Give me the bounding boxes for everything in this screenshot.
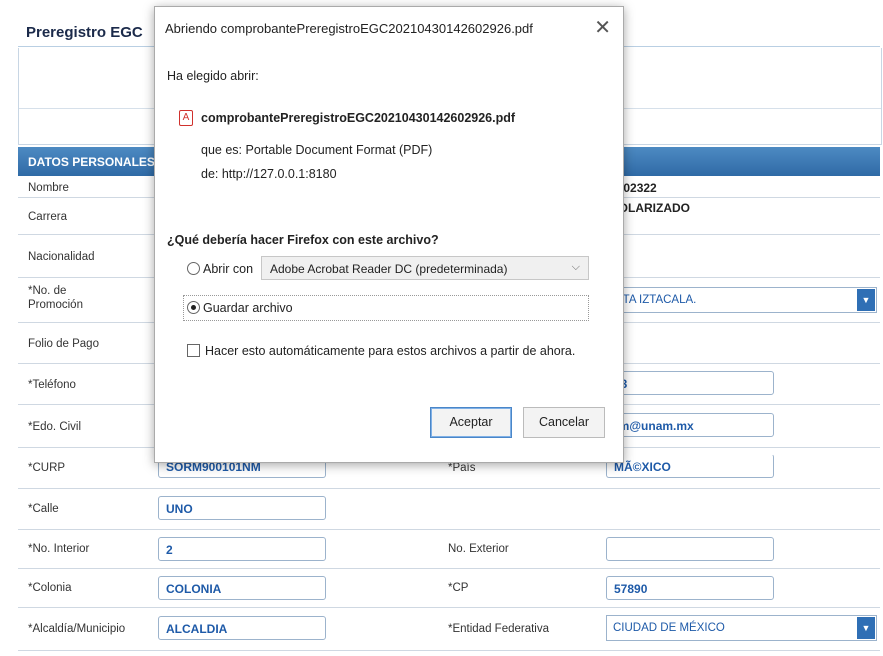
dialog-title: Abriendo comprobantePreregistroEGC202104… bbox=[165, 21, 533, 36]
calle-input[interactable]: UNO bbox=[158, 496, 326, 520]
label-nacionalidad: Nacionalidad bbox=[28, 251, 95, 263]
chosen-label: Ha elegido abrir: bbox=[167, 69, 259, 83]
colonia-input[interactable]: COLONIA bbox=[158, 576, 326, 600]
label-telefono: *Teléfono bbox=[28, 379, 76, 391]
chevron-down-icon: ⌵ bbox=[571, 261, 580, 273]
application-select[interactable]: Adobe Acrobat Reader DC (predeterminada)… bbox=[261, 256, 589, 280]
section-title: DATOS PERSONALES bbox=[28, 155, 155, 169]
entidad-select[interactable]: CIUDAD DE MÉXICO ▼ bbox=[606, 615, 877, 641]
label-calle: *Calle bbox=[28, 503, 59, 515]
row-calle: *Calle UNO bbox=[18, 489, 880, 530]
dropdown-arrow-icon[interactable]: ▼ bbox=[857, 617, 875, 639]
promocion-select[interactable]: ACETA IZTACALA. ▼ bbox=[592, 287, 877, 313]
save-file-label[interactable]: Guardar archivo bbox=[203, 301, 293, 315]
download-dialog: Abriendo comprobantePreregistroEGC202104… bbox=[154, 6, 624, 463]
label-pais: *País bbox=[448, 462, 476, 474]
row-colonia: *Colonia COLONIA *CP 57890 bbox=[18, 569, 880, 608]
label-no-interior: *No. Interior bbox=[28, 543, 90, 555]
question-heading: ¿Qué debería hacer Firefox con este arch… bbox=[167, 233, 439, 247]
label-folio: Folio de Pago bbox=[28, 338, 99, 350]
label-carrera: Carrera bbox=[28, 211, 67, 223]
label-edo-civil: *Edo. Civil bbox=[28, 421, 82, 433]
entidad-select-value: CIUDAD DE MÉXICO bbox=[613, 622, 725, 634]
open-with-label[interactable]: Abrir con bbox=[203, 262, 253, 276]
alcaldia-input[interactable]: ALCALDIA bbox=[158, 616, 326, 640]
auto-action-checkbox[interactable] bbox=[187, 344, 200, 357]
application-select-value: Adobe Acrobat Reader DC (predeterminada) bbox=[270, 262, 508, 276]
row-interior: *No. Interior 2 No. Exterior bbox=[18, 530, 880, 569]
label-cp: *CP bbox=[448, 582, 469, 594]
row-alcaldia: *Alcaldía/Municipio ALCALDIA *Entidad Fe… bbox=[18, 608, 880, 651]
label-alcaldia: *Alcaldía/Municipio bbox=[28, 623, 126, 635]
cp-input[interactable]: 57890 bbox=[606, 576, 774, 600]
dropdown-arrow-icon[interactable]: ▼ bbox=[857, 289, 875, 311]
file-source: de: http://127.0.0.1:8180 bbox=[201, 167, 337, 181]
label-curp: *CURP bbox=[28, 462, 66, 474]
file-name: comprobantePreregistroEGC202104301426029… bbox=[201, 111, 516, 125]
pais-input[interactable]: MÃ©XICO bbox=[606, 454, 774, 478]
cancel-button[interactable]: Cancelar bbox=[523, 407, 605, 438]
email-input[interactable]: rm@unam.mx bbox=[606, 413, 774, 437]
pdf-file-icon: A bbox=[179, 110, 193, 126]
label-no-exterior: No. Exterior bbox=[448, 543, 509, 555]
label-colonia: *Colonia bbox=[28, 582, 72, 594]
accept-button[interactable]: Aceptar bbox=[430, 407, 512, 438]
open-with-radio[interactable] bbox=[187, 262, 200, 275]
no-exterior-input[interactable] bbox=[606, 537, 774, 561]
telefono-input[interactable]: 23 bbox=[606, 371, 774, 395]
file-type: que es: Portable Document Format (PDF) bbox=[201, 143, 433, 157]
label-nombre: Nombre bbox=[28, 182, 69, 194]
page-title: Preregistro EGC bbox=[26, 24, 143, 41]
auto-action-label[interactable]: Hacer esto automáticamente para estos ar… bbox=[205, 344, 575, 358]
save-file-radio[interactable] bbox=[187, 301, 200, 314]
label-promocion: *No. de Promoción bbox=[28, 285, 83, 311]
label-entidad: *Entidad Federativa bbox=[448, 623, 550, 635]
close-icon[interactable]: ✕ bbox=[594, 15, 611, 40]
no-interior-input[interactable]: 2 bbox=[158, 537, 326, 561]
